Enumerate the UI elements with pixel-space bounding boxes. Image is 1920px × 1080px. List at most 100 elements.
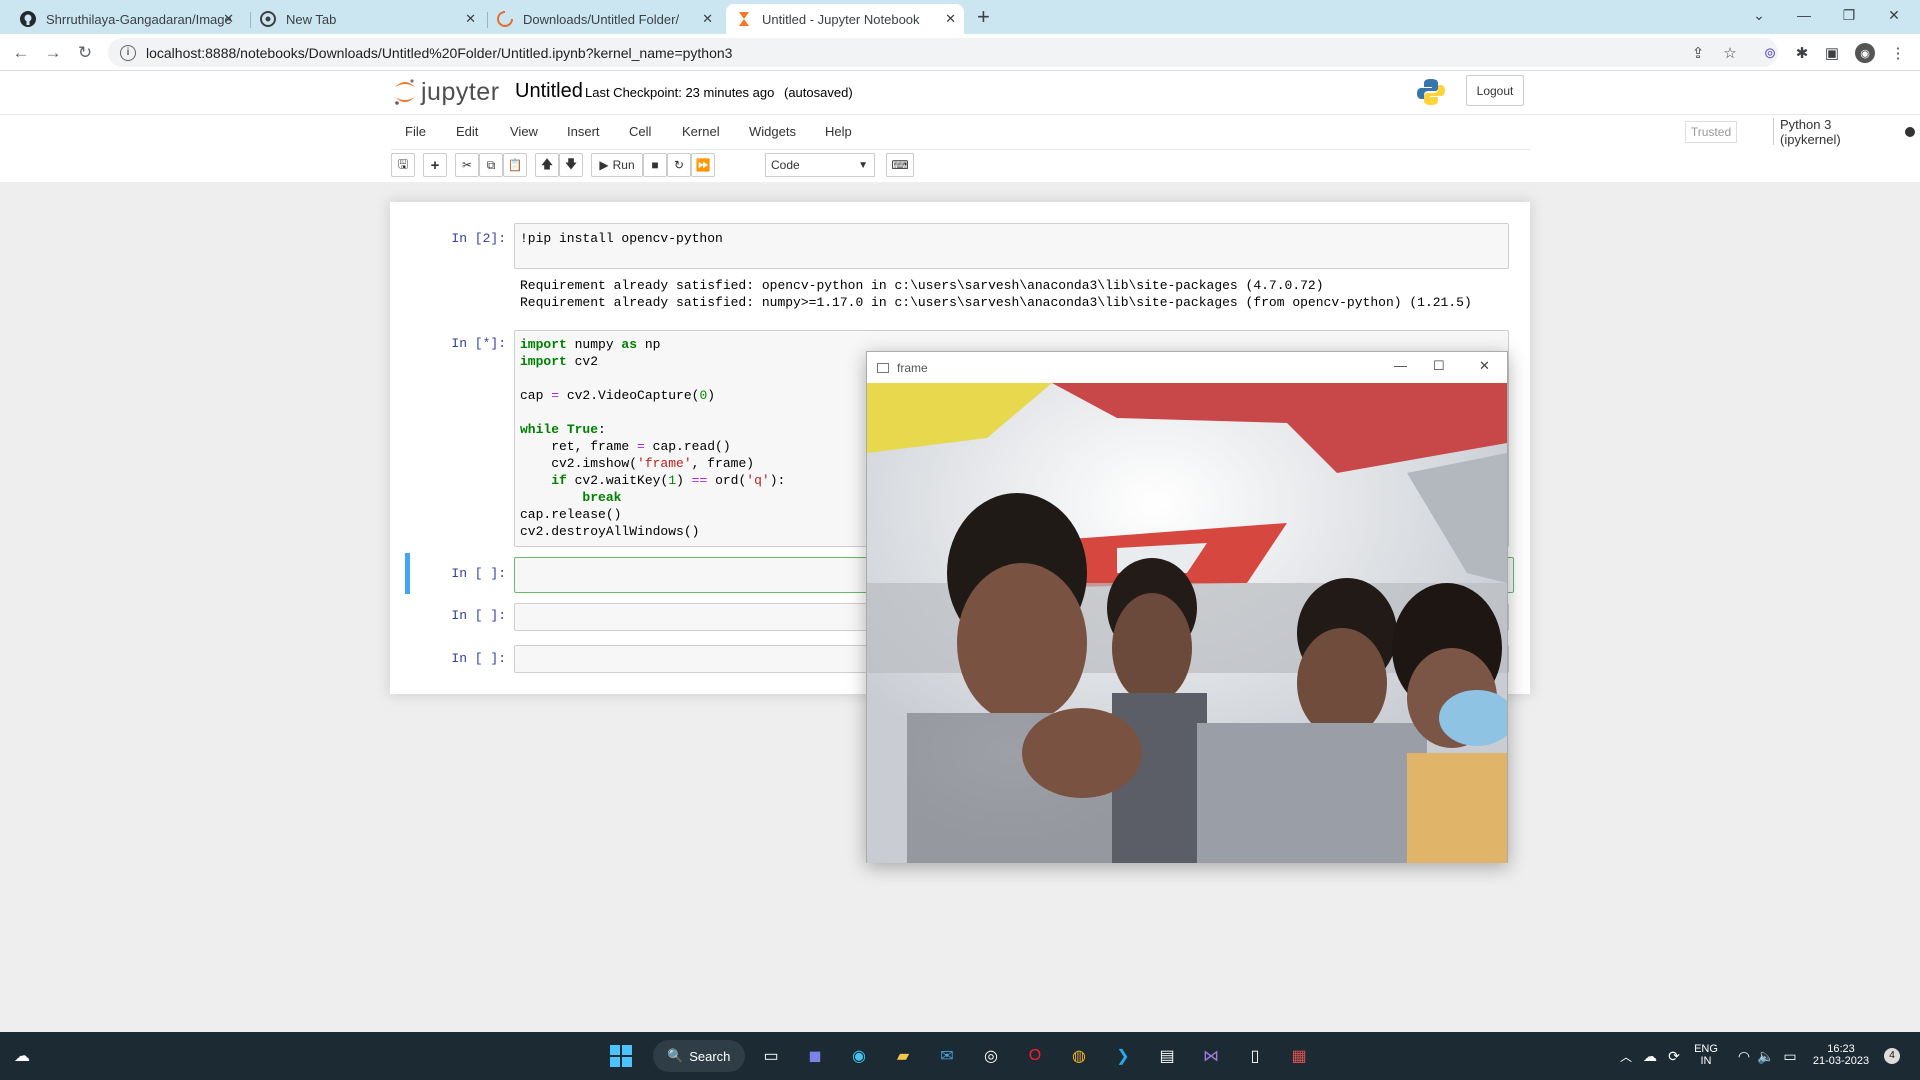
tab-github[interactable]: Shrruthilaya-Gangadaran/Image ✕	[10, 4, 242, 34]
clock-time: 16:23	[1827, 1043, 1855, 1055]
extension-icon[interactable]: ⊚	[1760, 43, 1780, 63]
notification-badge[interactable]: 4	[1884, 1048, 1900, 1064]
logout-button[interactable]: Logout	[1466, 75, 1524, 106]
close-icon[interactable]: ✕	[223, 11, 234, 27]
tab-search-icon[interactable]: ⌄	[1737, 0, 1781, 30]
close-icon[interactable]: ✕	[945, 11, 956, 27]
restore-button[interactable]: ❐	[1827, 0, 1871, 30]
code-line: if cv2.waitKey(1) == ord('q'):	[551, 473, 786, 488]
github-icon	[20, 11, 36, 27]
close-icon[interactable]: ✕	[702, 11, 713, 27]
jupyter-header: jupyter Untitled Last Checkpoint: 23 min…	[0, 71, 1920, 115]
move-up-icon[interactable]: 🡅	[535, 153, 559, 177]
puzzle-icon[interactable]: ✱	[1792, 43, 1812, 63]
cell-prompt: In [ ]:	[451, 566, 506, 581]
cell-type-value: Code	[771, 158, 800, 172]
tab-new-tab[interactable]: New Tab ✕	[250, 4, 484, 34]
minimize-button[interactable]: —	[1394, 358, 1407, 373]
fast-forward-icon[interactable]: ⏩	[691, 153, 715, 177]
tab-downloads[interactable]: Downloads/Untitled Folder/ ✕	[487, 4, 721, 34]
jupyter-logo-icon	[395, 79, 415, 105]
code-line: import numpy as np	[520, 337, 661, 352]
code-line: cv2.imshow('frame', frame)	[520, 456, 755, 471]
kernel-busy-indicator	[1905, 127, 1915, 137]
language-indicator[interactable]: ENG IN	[1690, 1043, 1722, 1067]
cell-type-select[interactable]: Code ▼	[765, 153, 875, 177]
opencv-frame-window[interactable]: frame — ☐ ✕	[866, 351, 1508, 863]
cell-prompt: In [*]:	[451, 336, 506, 351]
jupyter-menubar: File Edit View Insert Cell Kernel Widget…	[391, 115, 1915, 150]
maximize-button[interactable]: ☐	[1433, 358, 1445, 374]
file-explorer-icon[interactable]: ▰	[889, 1042, 917, 1070]
insert-cell-icon[interactable]: +	[423, 153, 447, 177]
taskbar-search[interactable]: 🔍 Search	[653, 1040, 745, 1072]
jupyter-logo[interactable]: jupyter	[393, 77, 500, 107]
menu-file[interactable]: File	[405, 124, 426, 139]
minimize-button[interactable]: —	[1782, 0, 1826, 30]
frame-titlebar[interactable]: frame	[867, 352, 1507, 383]
opera-icon[interactable]: O	[1021, 1042, 1049, 1070]
terminal-icon[interactable]: ▤	[1153, 1042, 1181, 1070]
share-icon[interactable]: ⇪	[1688, 43, 1708, 63]
trusted-indicator[interactable]: Trusted	[1685, 121, 1737, 143]
forward-icon[interactable]: →	[42, 42, 64, 64]
tab-title: New Tab	[286, 11, 337, 27]
menu-kernel[interactable]: Kernel	[682, 124, 720, 139]
cell-prompt: In [ ]:	[451, 651, 506, 666]
clock[interactable]: 16:23 21-03-2023	[1806, 1043, 1876, 1067]
copy-icon[interactable]: ⧉	[479, 153, 503, 177]
tab-title: Shrruthilaya-Gangadaran/Image	[46, 11, 232, 27]
cut-icon[interactable]: ✂	[455, 153, 479, 177]
tab-jupyter[interactable]: Untitled - Jupyter Notebook ✕	[726, 4, 964, 34]
teams-chat-icon[interactable]: ◼	[801, 1042, 829, 1070]
move-down-icon[interactable]: 🡇	[559, 153, 583, 177]
reload-icon[interactable]: ↻	[74, 42, 96, 64]
visual-studio-icon[interactable]: ⋈	[1197, 1042, 1225, 1070]
weather-icon[interactable]: ☁	[8, 1042, 36, 1070]
paste-icon[interactable]: 📋	[503, 153, 527, 177]
stop-icon[interactable]: ■	[643, 153, 667, 177]
menu-help[interactable]: Help	[825, 124, 852, 139]
code-line: cap.release()	[520, 507, 622, 522]
url-text: localhost:8888/notebooks/Downloads/Untit…	[146, 44, 733, 61]
code-line: cv2.destroyAllWindows()	[520, 524, 700, 539]
keyboard-icon[interactable]: ⌨	[886, 153, 914, 177]
menu-widgets[interactable]: Widgets	[749, 124, 796, 139]
save-icon[interactable]: 🖫	[391, 153, 415, 177]
menu-dots-icon[interactable]: ⋮	[1888, 43, 1908, 63]
profile-avatar[interactable]: ◉	[1855, 43, 1875, 63]
windows-start-icon[interactable]	[607, 1042, 635, 1070]
site-info-icon[interactable]: i	[120, 44, 136, 61]
sync-icon[interactable]: ⟳	[1660, 1042, 1688, 1070]
bookmark-star-icon[interactable]: ☆	[1720, 43, 1740, 63]
python-app-icon[interactable]: ▦	[1285, 1042, 1313, 1070]
task-view-icon[interactable]: ▭	[757, 1042, 785, 1070]
window-icon	[877, 362, 889, 373]
sidepanel-icon[interactable]: ▣	[1822, 43, 1842, 63]
close-icon[interactable]: ✕	[465, 11, 476, 27]
notebook-name[interactable]: Untitled	[515, 80, 583, 103]
menu-insert[interactable]: Insert	[567, 124, 600, 139]
clock-date: 21-03-2023	[1812, 1055, 1870, 1067]
kernel-name[interactable]: Python 3 (ipykernel)	[1773, 117, 1841, 147]
edge-icon[interactable]: ◉	[845, 1042, 873, 1070]
notepad-icon[interactable]: ▯	[1241, 1042, 1269, 1070]
menu-cell[interactable]: Cell	[629, 124, 651, 139]
restart-icon[interactable]: ↻	[667, 153, 691, 177]
chrome-taskbar-icon[interactable]: ◍	[1065, 1042, 1093, 1070]
tab-title: Untitled - Jupyter Notebook	[762, 11, 920, 27]
close-button[interactable]: ✕	[1479, 358, 1490, 374]
address-bar-row: ← → ↻ i localhost:8888/notebooks/Downloa…	[0, 34, 1920, 71]
mail-icon[interactable]: ✉	[933, 1042, 961, 1070]
dell-icon[interactable]: ◎	[977, 1042, 1005, 1070]
menu-view[interactable]: View	[510, 124, 538, 139]
new-tab-button[interactable]: +	[977, 6, 990, 28]
vscode-icon[interactable]: ❯	[1109, 1042, 1137, 1070]
url-input[interactable]: i localhost:8888/notebooks/Downloads/Unt…	[108, 38, 1778, 67]
back-icon[interactable]: ←	[10, 42, 32, 64]
menu-edit[interactable]: Edit	[456, 124, 478, 139]
output-line: Requirement already satisfied: opencv-py…	[520, 278, 1324, 293]
close-window-button[interactable]: ✕	[1872, 0, 1916, 30]
battery-icon[interactable]: ▭	[1776, 1042, 1804, 1070]
run-button[interactable]: ▶ Run	[591, 153, 643, 177]
